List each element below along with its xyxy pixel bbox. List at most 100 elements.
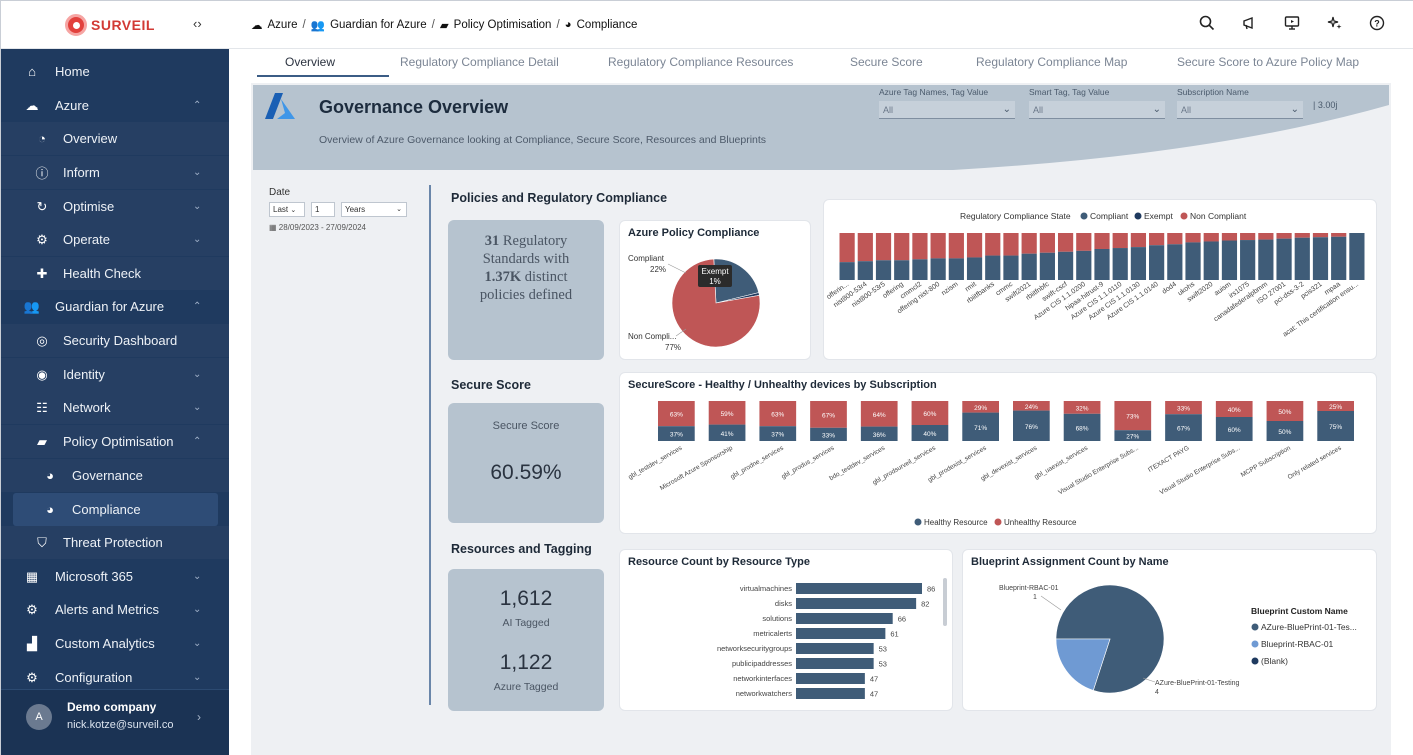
sidebar-item-threat-protection[interactable]: ⛉ Threat Protection: [1, 526, 229, 559]
slicer-subscription-dropdown[interactable]: All ⌄: [1177, 101, 1303, 119]
bar-noncompliant: [1076, 233, 1092, 251]
bar-compliant: [894, 260, 910, 280]
legend-title: Regulatory Compliance State: [960, 211, 1071, 221]
sidebar-item-governance[interactable]: ◕ Governance: [1, 459, 229, 492]
date-count-input[interactable]: 1: [311, 202, 335, 217]
y-tick-label: solutions: [762, 614, 792, 623]
profile-panel[interactable]: A Demo company nick.kotze@surveil.co ›: [1, 689, 229, 755]
tab-regulatory-compliance-resources[interactable]: Regulatory Compliance Resources: [608, 55, 793, 69]
data-label: 33%: [1177, 406, 1190, 413]
bar-compliant: [839, 262, 855, 280]
tab-overview[interactable]: Overview: [285, 55, 335, 69]
sidebar-item-guardian-for-azure[interactable]: 👥 Guardian for Azure ⌃: [1, 290, 229, 323]
legend-item: AZure-BluePrint-01-Tes...: [1261, 622, 1357, 632]
legend-item: Unhealthy Resource: [1004, 518, 1077, 527]
sparkle-icon[interactable]: [1327, 15, 1343, 35]
resource-count-card[interactable]: Resource Count by Resource Type virtualm…: [619, 549, 953, 711]
standards-count: 31: [484, 233, 500, 249]
monitor-icon[interactable]: [1284, 15, 1300, 35]
slicer-smart-tags-dropdown[interactable]: All ⌄: [1029, 101, 1165, 119]
slicer-azure-tags-dropdown[interactable]: All ⌄: [879, 101, 1015, 119]
tab-secure-score[interactable]: Secure Score: [850, 55, 923, 69]
tab-secure-score-policy-map[interactable]: Secure Score to Azure Policy Map: [1177, 55, 1359, 69]
sidebar-item-azure[interactable]: ☁ Azure ⌃: [1, 89, 229, 122]
sidebar-item-alerts-and-metrics[interactable]: ⚙ Alerts and Metrics ⌄: [1, 593, 229, 626]
chevron-down-icon[interactable]: ⌄: [193, 369, 201, 380]
y-tick-label: networkwatchers: [736, 689, 793, 698]
sidebar-item-label: Optimise: [63, 199, 115, 214]
search-icon[interactable]: [1199, 15, 1215, 35]
sidebar-item-policy-optimisation[interactable]: ▰ Policy Optimisation ⌃: [1, 425, 229, 458]
sidebar-item-label: Alerts and Metrics: [55, 602, 160, 617]
sidebar-item-optimise[interactable]: ↻ Optimise ⌄: [1, 190, 229, 223]
bar-compliant: [948, 258, 964, 280]
tab-regulatory-compliance-map[interactable]: Regulatory Compliance Map: [976, 55, 1127, 69]
sidebar-item-label: Network: [63, 400, 111, 415]
help-icon[interactable]: ?: [1369, 15, 1385, 35]
chevron-up-icon[interactable]: ⌃: [193, 436, 201, 447]
chevron-down-icon: ⌄: [1152, 104, 1161, 115]
alert-icon: ⚙: [26, 601, 38, 617]
blueprint-assignment-card[interactable]: Blueprint Assignment Count by Name Bluep…: [962, 549, 1377, 711]
slicer-label: Smart Tag, Tag Value: [1029, 87, 1110, 97]
bar-compliant: [985, 255, 1001, 280]
sidebar-item-network[interactable]: ☷ Network ⌄: [1, 391, 229, 424]
date-unit-value: Years: [345, 205, 366, 214]
chevron-down-icon[interactable]: ⌄: [193, 234, 201, 245]
pie-label-value: 4: [1155, 689, 1159, 696]
collapse-sidebar-icon[interactable]: ‹›: [193, 16, 202, 31]
bar-compliant: [857, 261, 873, 280]
chevron-down-icon[interactable]: ⌄: [193, 571, 201, 582]
bar-compliant: [1112, 248, 1128, 280]
chevron-down-icon[interactable]: ⌄: [193, 604, 201, 615]
bar-noncompliant: [1331, 233, 1347, 237]
secure-score-value: 60.59%: [490, 461, 562, 484]
sidebar: SURVEIL ‹› ⌂ Home ☁ Azure ⌃ ◔ Overview ⓘ Inform ⌄…: [1, 1, 229, 755]
profile-name: Demo company: [67, 700, 157, 714]
chevron-right-icon[interactable]: ›: [197, 710, 201, 724]
regulatory-compliance-state-card[interactable]: Regulatory Compliance State Compliant Exem…: [823, 199, 1377, 360]
sidebar-item-inform[interactable]: ⓘ Inform ⌄: [1, 156, 229, 189]
data-label: 33%: [822, 432, 835, 439]
chevron-down-icon[interactable]: ⌄: [193, 402, 201, 413]
breadcrumb-item-guardian[interactable]: Guardian for Azure: [330, 19, 427, 31]
megaphone-icon[interactable]: [1242, 15, 1258, 35]
date-mode-dropdown[interactable]: Last ⌄: [269, 202, 305, 217]
sidebar-item-operate[interactable]: ⚙ Operate ⌄: [1, 223, 229, 256]
breadcrumb-item-azure[interactable]: Azure: [268, 19, 298, 31]
legend-dot: [1251, 623, 1259, 631]
sidebar-item-security-dashboard[interactable]: ◎ Security Dashboard: [1, 324, 229, 357]
azure-policy-compliance-card[interactable]: Azure Policy Compliance Compliant 22% Exem…: [619, 220, 811, 360]
bar-noncompliant: [1149, 233, 1165, 246]
health-icon: ✚: [36, 265, 48, 281]
ai-tagged-label: AI Tagged: [502, 617, 550, 629]
chevron-down-icon[interactable]: ⌄: [193, 167, 201, 178]
chevron-down-icon: ⌄: [1290, 104, 1299, 115]
pie-leader-line: [667, 263, 687, 274]
bar-noncompliant: [875, 233, 892, 261]
sidebar-item-home[interactable]: ⌂ Home: [1, 55, 229, 88]
sidebar-item-custom-analytics[interactable]: ▟ Custom Analytics ⌄: [1, 627, 229, 660]
breadcrumb-item-policy[interactable]: Policy Optimisation: [454, 19, 552, 31]
surveil-logo[interactable]: SURVEIL: [65, 13, 155, 37]
chevron-down-icon[interactable]: ⌄: [193, 672, 201, 683]
chevron-up-icon[interactable]: ⌃: [193, 100, 201, 111]
sidebar-item-overview[interactable]: ◔ Overview: [1, 122, 229, 155]
slicer-smart-tags: Smart Tag, Tag Value All ⌄: [1029, 87, 1165, 119]
sidebar-item-label: Threat Protection: [63, 535, 163, 550]
chevron-down-icon[interactable]: ⌄: [193, 201, 201, 212]
sidebar-item-identity[interactable]: ◉ Identity ⌄: [1, 358, 229, 391]
bar: [796, 598, 917, 609]
date-unit-dropdown[interactable]: Years ⌄: [341, 202, 407, 217]
chevron-down-icon[interactable]: ⌄: [193, 638, 201, 649]
tab-regulatory-compliance-detail[interactable]: Regulatory Compliance Detail: [400, 55, 559, 69]
sidebar-item-compliance[interactable]: ◕ Compliance: [13, 493, 218, 526]
securescore-devices-card[interactable]: SecureScore - Healthy / Unhealthy device…: [619, 372, 1377, 534]
bar-compliant: [930, 258, 946, 280]
data-label: 61: [890, 630, 898, 639]
x-tick-label: gbl_produs_services: [780, 444, 836, 480]
sidebar-item-microsoft-365[interactable]: ▦ Microsoft 365 ⌄: [1, 560, 229, 593]
app-window: SURVEIL ‹› ⌂ Home ☁ Azure ⌃ ◔ Overview ⓘ Inform ⌄…: [0, 0, 1413, 755]
chevron-up-icon[interactable]: ⌃: [193, 301, 201, 312]
sidebar-item-health-check[interactable]: ✚ Health Check: [1, 257, 229, 290]
